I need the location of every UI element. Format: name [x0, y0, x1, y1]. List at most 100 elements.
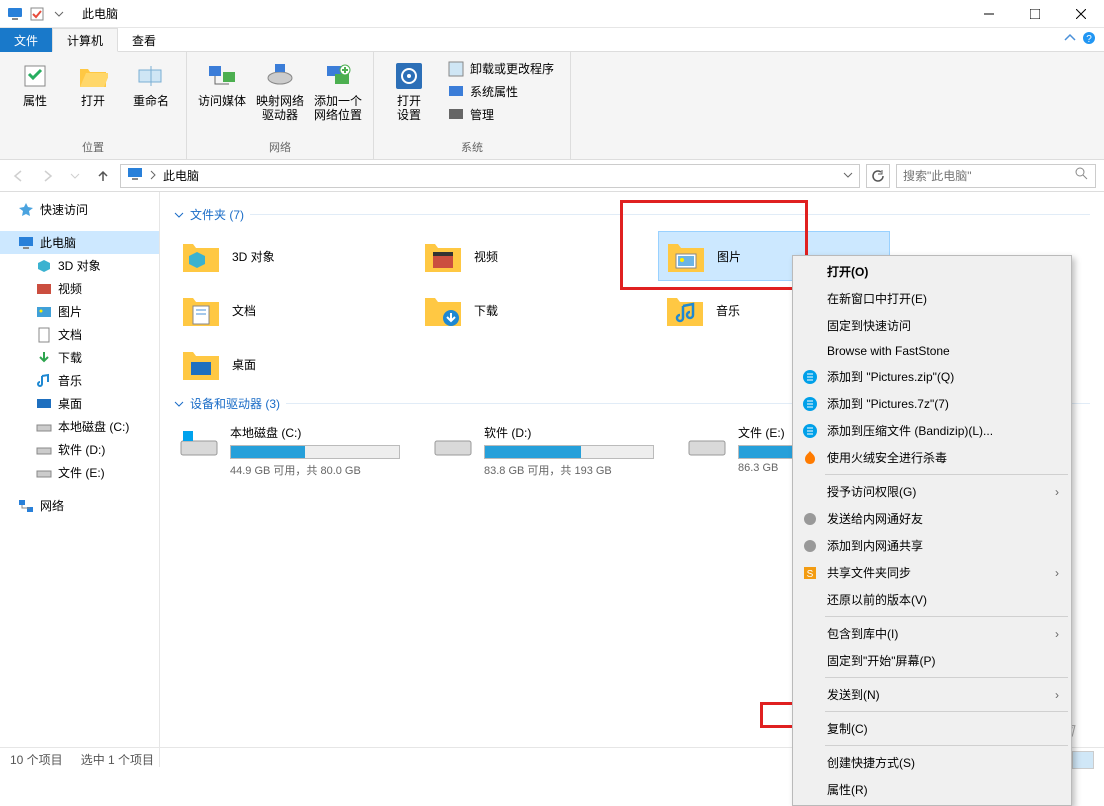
status-count: 10 个项目 [10, 751, 63, 768]
system-properties-item[interactable]: 系统属性 [442, 81, 560, 102]
ribbon-group-network: 访问媒体 映射网络 驱动器 添加一个 网络位置 网络 [187, 52, 374, 159]
tab-computer[interactable]: 计算机 [52, 28, 118, 52]
tab-file[interactable]: 文件 [0, 28, 52, 52]
menu-send-friend[interactable]: 发送给内网通好友 [795, 505, 1069, 532]
checkbox-icon[interactable] [28, 5, 46, 23]
up-button[interactable] [92, 165, 114, 187]
context-menu: 打开(O) 在新窗口中打开(E) 固定到快速访问 Browse with Fas… [792, 255, 1072, 806]
menu-restore[interactable]: 还原以前的版本(V) [795, 586, 1069, 613]
search-input[interactable] [903, 169, 1075, 183]
nav-tree: 快速访问 此电脑 3D 对象 视频 图片 文档 下载 音乐 桌面 本地磁盘 (C… [0, 192, 160, 767]
bandizip-icon [801, 368, 819, 386]
sidebar-drive-e[interactable]: 文件 (E:) [0, 461, 159, 484]
folder-videos[interactable]: 视频 [416, 231, 648, 281]
intranet-icon [801, 510, 819, 528]
collapse-ribbon-icon[interactable] [1064, 32, 1076, 47]
sidebar-3d-objects[interactable]: 3D 对象 [0, 254, 159, 277]
sidebar-music[interactable]: 音乐 [0, 369, 159, 392]
chevron-right-icon: › [1055, 627, 1059, 641]
chevron-right-icon: › [1055, 566, 1059, 580]
add-network-location-button[interactable]: 添加一个 网络位置 [311, 56, 365, 136]
minimize-button[interactable] [966, 0, 1012, 28]
menu-copy[interactable]: 复制(C) [795, 715, 1069, 742]
search-icon[interactable] [1075, 167, 1089, 184]
title-bar: 此电脑 [0, 0, 1104, 28]
open-button[interactable]: 打开 [66, 56, 120, 136]
window-title: 此电脑 [74, 5, 118, 22]
help-icon[interactable]: ? [1082, 31, 1096, 48]
huorong-icon [801, 449, 819, 467]
folder-documents[interactable]: 文档 [174, 285, 406, 335]
menu-add-7z[interactable]: 添加到 "Pictures.7z"(7) [795, 390, 1069, 417]
properties-button[interactable]: 属性 [8, 56, 62, 136]
refresh-button[interactable] [866, 164, 890, 188]
ribbon: 属性 打开 重命名 位置 访问媒体 映射网络 驱动器 [0, 52, 1104, 160]
recent-button[interactable] [64, 165, 86, 187]
intranet-icon [801, 537, 819, 555]
sync-icon: S [801, 564, 819, 582]
folder-desktop[interactable]: 桌面 [174, 339, 406, 389]
uninstall-programs-item[interactable]: 卸载或更改程序 [442, 58, 560, 79]
status-selected: 选中 1 个项目 [81, 751, 154, 768]
address-bar[interactable]: 此电脑 [120, 164, 860, 188]
svg-text:S: S [807, 569, 814, 580]
open-settings-button[interactable]: 打开 设置 [382, 56, 436, 136]
bandizip-icon [801, 395, 819, 413]
menu-add-zip[interactable]: 添加到 "Pictures.zip"(Q) [795, 363, 1069, 390]
sidebar-videos[interactable]: 视频 [0, 277, 159, 300]
ribbon-group-system: 打开 设置 卸载或更改程序 系统属性 管理 系统 [374, 52, 571, 159]
group-folders[interactable]: 文件夹 (7) [174, 206, 1090, 223]
chevron-right-icon: › [1055, 688, 1059, 702]
sidebar-drive-c[interactable]: 本地磁盘 (C:) [0, 415, 159, 438]
menu-send-to[interactable]: 发送到(N)› [795, 681, 1069, 708]
access-media-button[interactable]: 访问媒体 [195, 56, 249, 136]
chevron-right-icon: › [1055, 485, 1059, 499]
close-button[interactable] [1058, 0, 1104, 28]
menu-access[interactable]: 授予访问权限(G)› [795, 478, 1069, 505]
sidebar-pictures[interactable]: 图片 [0, 300, 159, 323]
breadcrumb[interactable]: 此电脑 [163, 167, 199, 184]
menu-new-window[interactable]: 在新窗口中打开(E) [795, 285, 1069, 312]
menu-pin-start[interactable]: 固定到"开始"屏幕(P) [795, 647, 1069, 674]
search-box[interactable] [896, 164, 1096, 188]
menu-browse-faststone[interactable]: Browse with FastStone [795, 339, 1069, 363]
tiles-view-button[interactable] [1072, 751, 1094, 769]
ribbon-group-location: 属性 打开 重命名 位置 [0, 52, 187, 159]
menu-library[interactable]: 包含到库中(I)› [795, 620, 1069, 647]
forward-button[interactable] [36, 165, 58, 187]
folder-downloads[interactable]: 下载 [416, 285, 648, 335]
manage-item[interactable]: 管理 [442, 104, 560, 125]
tab-view[interactable]: 查看 [118, 28, 170, 52]
sidebar-desktop[interactable]: 桌面 [0, 392, 159, 415]
sidebar-drive-d[interactable]: 软件 (D:) [0, 438, 159, 461]
chevron-right-icon[interactable] [149, 169, 157, 183]
sidebar-this-pc[interactable]: 此电脑 [0, 231, 159, 254]
navigation-bar: 此电脑 [0, 160, 1104, 192]
sidebar-downloads[interactable]: 下载 [0, 346, 159, 369]
map-drive-button[interactable]: 映射网络 驱动器 [253, 56, 307, 136]
menu-properties[interactable]: 属性(R) [795, 776, 1069, 803]
maximize-button[interactable] [1012, 0, 1058, 28]
menu-add-bandizip[interactable]: 添加到压缩文件 (Bandizip)(L)... [795, 417, 1069, 444]
chevron-down-icon[interactable] [843, 169, 853, 183]
sidebar-documents[interactable]: 文档 [0, 323, 159, 346]
menu-pin-quick[interactable]: 固定到快速访问 [795, 312, 1069, 339]
menu-huorong[interactable]: 使用火绒安全进行杀毒 [795, 444, 1069, 471]
pc-icon [127, 166, 143, 185]
folder-3d-objects[interactable]: 3D 对象 [174, 231, 406, 281]
menu-add-share[interactable]: 添加到内网通共享 [795, 532, 1069, 559]
menu-shortcut[interactable]: 创建快捷方式(S) [795, 749, 1069, 776]
rename-button[interactable]: 重命名 [124, 56, 178, 136]
sidebar-quick-access[interactable]: 快速访问 [0, 198, 159, 221]
ribbon-tabs: 文件 计算机 查看 ? [0, 28, 1104, 52]
quick-access-toolbar [0, 5, 74, 23]
dropdown-icon[interactable] [50, 5, 68, 23]
pc-icon [6, 5, 24, 23]
drive-c[interactable]: 本地磁盘 (C:) 44.9 GB 可用，共 80.0 GB [174, 420, 418, 482]
svg-text:?: ? [1086, 34, 1092, 45]
sidebar-network[interactable]: 网络 [0, 494, 159, 517]
menu-sync[interactable]: S共享文件夹同步› [795, 559, 1069, 586]
menu-open[interactable]: 打开(O) [795, 258, 1069, 285]
drive-d[interactable]: 软件 (D:) 83.8 GB 可用，共 193 GB [428, 420, 672, 482]
back-button[interactable] [8, 165, 30, 187]
